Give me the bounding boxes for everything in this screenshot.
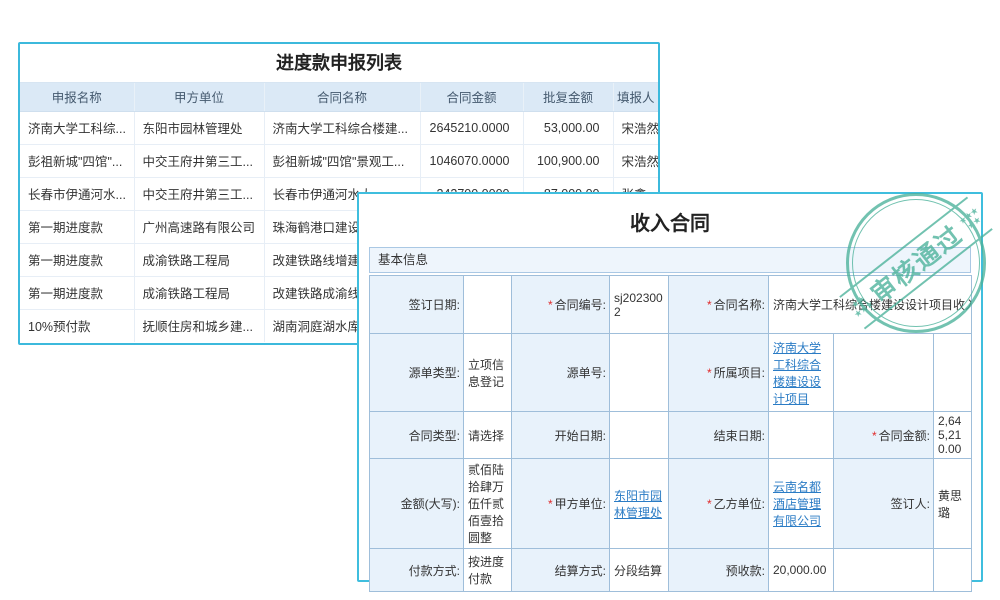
income-contract-panel: 收入合同 基本信息 签订日期: *合同编号: sj2023002 *合同名称: … <box>357 192 983 582</box>
required-icon: * <box>707 298 712 312</box>
cell-party-a[interactable]: 东阳市园林管理处 <box>134 111 264 144</box>
form-row-3: 合同类型: 请选择 开始日期: 结束日期: *合同金额: 2,645,210.0… <box>370 412 972 459</box>
settle-method-label: 结算方式: <box>512 549 610 592</box>
cell-approved-amount: 100,900.00 <box>523 144 613 177</box>
contract-name-label: *合同名称: <box>669 276 769 334</box>
cell-declaration-name[interactable]: 长春市伊通河水... <box>20 177 134 210</box>
source-no-label: 源单号: <box>512 334 610 412</box>
app-page: 进度款申报列表 申报名称 甲方单位 合同名称 合同金额 批复金额 填报人 济南大… <box>0 0 1000 600</box>
payment-method-label: 付款方式: <box>370 549 464 592</box>
contract-amount-label: *合同金额: <box>834 412 934 459</box>
amount-words-field: 贰佰陆拾肆万伍仟贰佰壹拾圆整 <box>464 459 512 549</box>
cell-party-a[interactable]: 抚顺住房和城乡建... <box>134 309 264 342</box>
sign-date-label: 签订日期: <box>370 276 464 334</box>
advance-field[interactable]: 20,000.00 <box>769 549 834 592</box>
source-no-field[interactable] <box>610 334 669 412</box>
contract-amount-field[interactable]: 2,645,210.00 <box>934 412 972 459</box>
list-panel-title: 进度款申报列表 <box>20 44 658 83</box>
required-icon: * <box>707 497 712 511</box>
cell-party-a[interactable]: 中交王府井第三工... <box>134 144 264 177</box>
sign-date-field[interactable] <box>464 276 512 334</box>
cell-party-a[interactable]: 中交王府井第三工... <box>134 177 264 210</box>
empty-cell <box>834 334 934 412</box>
cell-filler[interactable]: 宋浩然 <box>613 144 658 177</box>
form-row-4: 金额(大写): 贰佰陆拾肆万伍仟贰佰壹拾圆整 *甲方单位: 东阳市园林管理处 *… <box>370 459 972 549</box>
col-header-contract-name: 合同名称 <box>264 83 420 111</box>
cell-contract-name[interactable]: 济南大学工科综合楼建... <box>264 111 420 144</box>
cell-declaration-name[interactable]: 第一期进度款 <box>20 210 134 243</box>
empty-cell <box>934 334 972 412</box>
contract-no-field[interactable]: sj2023002 <box>610 276 669 334</box>
project-label: *所属项目: <box>669 334 769 412</box>
required-icon: * <box>707 366 712 380</box>
cell-party-a[interactable]: 成渝铁路工程局 <box>134 276 264 309</box>
empty-cell <box>934 549 972 592</box>
table-row: 济南大学工科综... 东阳市园林管理处 济南大学工科综合楼建... 264521… <box>20 111 658 144</box>
col-header-filler: 填报人 <box>613 83 658 111</box>
advance-label: 预收款: <box>669 549 769 592</box>
table-header-row: 申报名称 甲方单位 合同名称 合同金额 批复金额 填报人 <box>20 83 658 111</box>
amount-words-label: 金额(大写): <box>370 459 464 549</box>
project-field: 济南大学工科综合楼建设设计项目 <box>769 334 834 412</box>
col-header-contract-amount: 合同金额 <box>420 83 523 111</box>
start-date-field[interactable] <box>610 412 669 459</box>
cell-declaration-name[interactable]: 10%预付款 <box>20 309 134 342</box>
cell-contract-amount: 2645210.0000 <box>420 111 523 144</box>
signer-field: 黄思璐 <box>934 459 972 549</box>
project-link[interactable]: 济南大学工科综合楼建设设计项目 <box>773 341 821 406</box>
table-row: 彭祖新城"四馆"... 中交王府井第三工... 彭祖新城"四馆"景观工... 1… <box>20 144 658 177</box>
cell-contract-name[interactable]: 彭祖新城"四馆"景观工... <box>264 144 420 177</box>
cell-contract-amount: 1046070.0000 <box>420 144 523 177</box>
party-b-label: *乙方单位: <box>669 459 769 549</box>
party-b-link[interactable]: 云南名都酒店管理有限公司 <box>773 480 821 528</box>
source-type-field[interactable]: 立项信息登记 <box>464 334 512 412</box>
col-header-approved-amount: 批复金额 <box>523 83 613 111</box>
empty-cell <box>834 549 934 592</box>
basic-info-section-header: 基本信息 <box>369 247 971 273</box>
contract-type-label: 合同类型: <box>370 412 464 459</box>
contract-name-field[interactable]: 济南大学工科综合楼建设设计项目收入合 <box>769 276 972 334</box>
signer-label: 签订人: <box>834 459 934 549</box>
cell-party-a[interactable]: 广州高速路有限公司 <box>134 210 264 243</box>
cell-declaration-name[interactable]: 彭祖新城"四馆"... <box>20 144 134 177</box>
form-row-5: 付款方式: 按进度付款 结算方式: 分段结算 预收款: 20,000.00 <box>370 549 972 592</box>
party-a-link[interactable]: 东阳市园林管理处 <box>614 489 662 520</box>
party-b-field: 云南名都酒店管理有限公司 <box>769 459 834 549</box>
contract-no-label: *合同编号: <box>512 276 610 334</box>
party-a-label: *甲方单位: <box>512 459 610 549</box>
required-icon: * <box>872 429 877 443</box>
settle-method-field[interactable]: 分段结算 <box>610 549 669 592</box>
end-date-label: 结束日期: <box>669 412 769 459</box>
end-date-field[interactable] <box>769 412 834 459</box>
cell-party-a[interactable]: 成渝铁路工程局 <box>134 243 264 276</box>
col-header-party-a: 甲方单位 <box>134 83 264 111</box>
contract-type-select[interactable]: 请选择 <box>464 412 512 459</box>
party-a-field: 东阳市园林管理处 <box>610 459 669 549</box>
cell-filler[interactable]: 宋浩然 <box>613 111 658 144</box>
source-type-label: 源单类型: <box>370 334 464 412</box>
contract-form: 签订日期: *合同编号: sj2023002 *合同名称: 济南大学工科综合楼建… <box>369 275 972 592</box>
cell-approved-amount: 53,000.00 <box>523 111 613 144</box>
form-row-2: 源单类型: 立项信息登记 源单号: *所属项目: 济南大学工科综合楼建设设计项目 <box>370 334 972 412</box>
cell-declaration-name[interactable]: 第一期进度款 <box>20 243 134 276</box>
payment-method-field[interactable]: 按进度付款 <box>464 549 512 592</box>
cell-declaration-name[interactable]: 第一期进度款 <box>20 276 134 309</box>
required-icon: * <box>548 497 553 511</box>
required-icon: * <box>548 298 553 312</box>
start-date-label: 开始日期: <box>512 412 610 459</box>
form-row-1: 签订日期: *合同编号: sj2023002 *合同名称: 济南大学工科综合楼建… <box>370 276 972 334</box>
contract-panel-title: 收入合同 <box>359 209 981 239</box>
col-header-declaration-name: 申报名称 <box>20 83 134 111</box>
cell-declaration-name[interactable]: 济南大学工科综... <box>20 111 134 144</box>
